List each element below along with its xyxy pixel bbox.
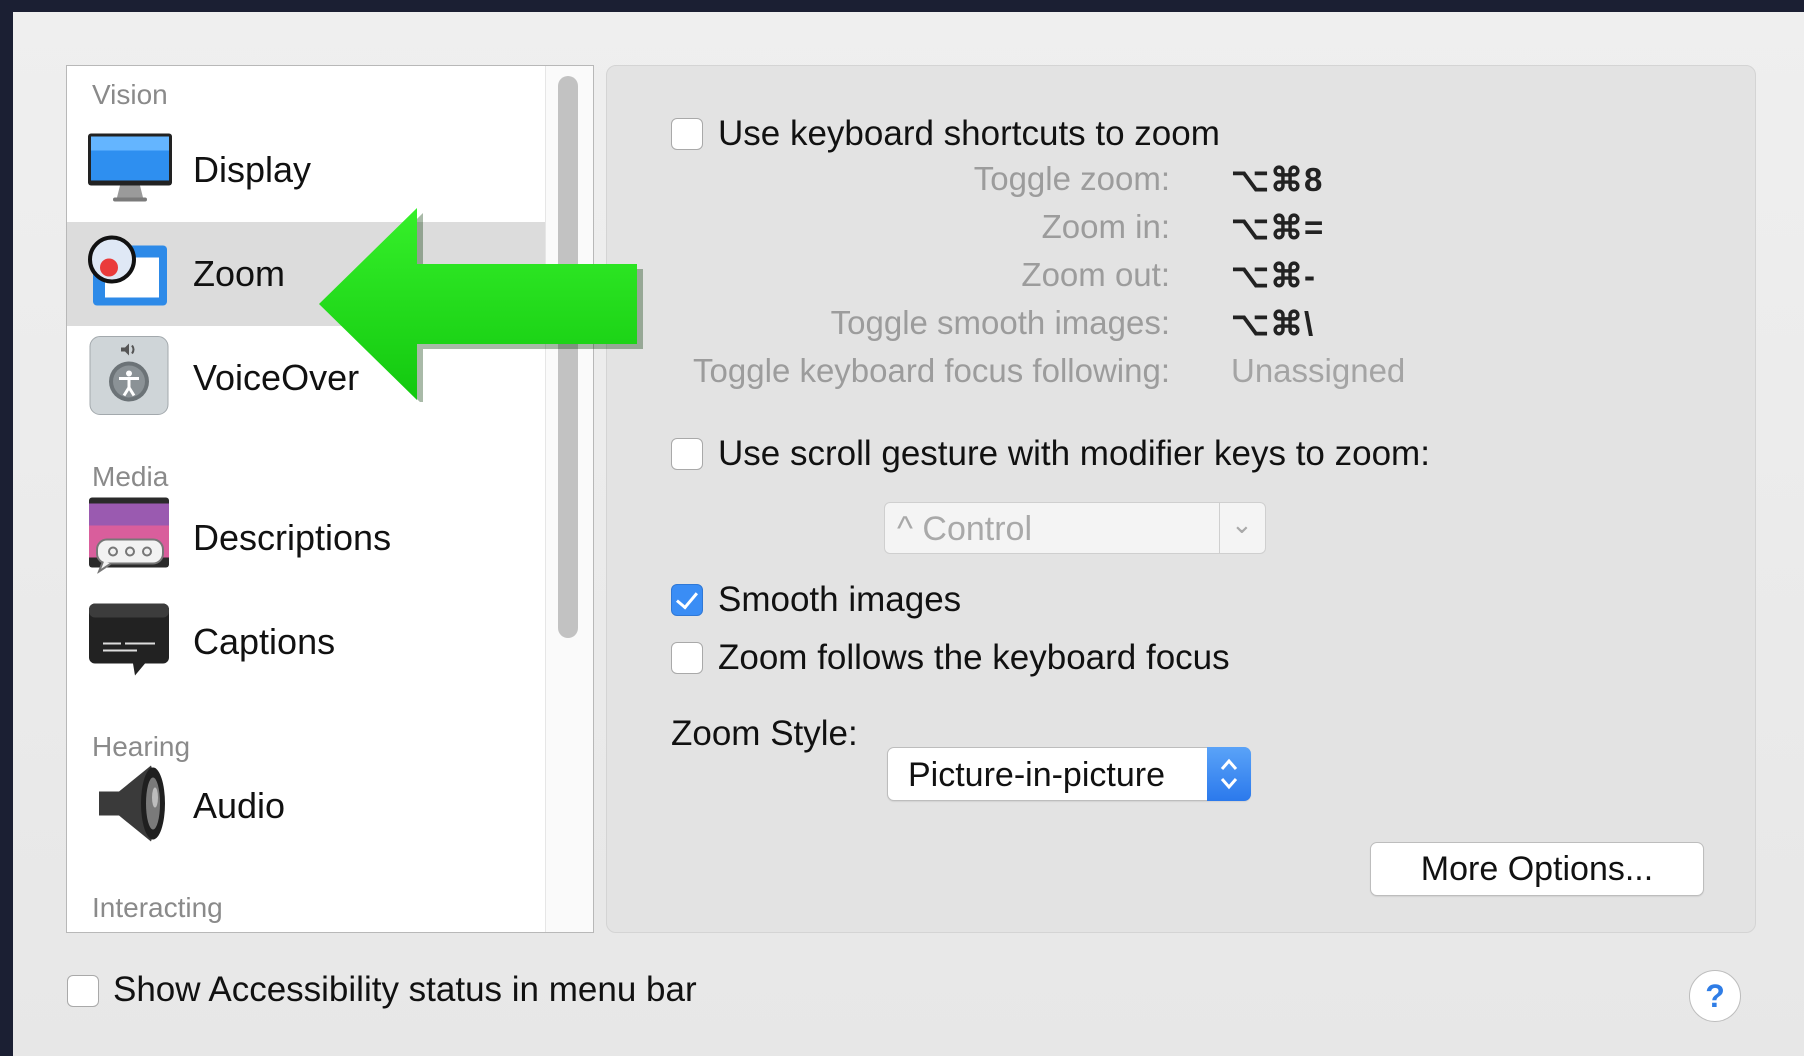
help-button[interactable]: ? bbox=[1689, 970, 1741, 1022]
zoom-settings-panel: Use keyboard shortcuts to zoom Toggle zo… bbox=[606, 65, 1756, 933]
more-options-button[interactable]: More Options... bbox=[1370, 842, 1704, 896]
updown-chevron-icon bbox=[1207, 747, 1251, 801]
sidebar-item-label: Zoom bbox=[193, 253, 286, 294]
shortcut-name: Zoom in: bbox=[1041, 208, 1170, 245]
smooth-images-checkbox[interactable] bbox=[671, 584, 703, 616]
sidebar[interactable]: Vision Display Zoom VoiceOver Media Desc… bbox=[66, 65, 594, 933]
display-icon bbox=[87, 132, 173, 209]
sidebar-item-audio[interactable]: Audio bbox=[67, 754, 545, 858]
scroll-gesture-checkbox[interactable] bbox=[671, 438, 703, 470]
sidebar-item-label: Audio bbox=[193, 785, 286, 826]
shortcut-keys: ⌥⌘- bbox=[1231, 257, 1317, 294]
follow-focus-checkbox[interactable] bbox=[671, 642, 703, 674]
shortcut-keys: Unassigned bbox=[1231, 352, 1406, 389]
smooth-images-label: Smooth images bbox=[718, 580, 962, 619]
shortcut-row-toggle-zoom: Toggle zoom: ⌥⌘8 bbox=[607, 160, 1707, 204]
shortcut-name: Zoom out: bbox=[1021, 256, 1170, 293]
shortcut-row-keyboard-focus: Toggle keyboard focus following: Unassig… bbox=[607, 352, 1707, 396]
sidebar-item-descriptions[interactable]: Descriptions bbox=[67, 486, 545, 590]
zoom-icon bbox=[85, 232, 169, 317]
sidebar-scrollbar[interactable] bbox=[545, 66, 593, 932]
keyboard-shortcuts-label: Use keyboard shortcuts to zoom bbox=[718, 114, 1220, 153]
chevron-down-icon: ⌄ bbox=[1231, 509, 1253, 539]
shortcut-name: Toggle smooth images: bbox=[830, 304, 1170, 341]
zoom-style-value: Picture-in-picture bbox=[908, 756, 1165, 794]
keyboard-shortcuts-checkbox[interactable] bbox=[671, 118, 703, 150]
speaker-icon bbox=[89, 762, 169, 851]
shortcut-row-zoom-in: Zoom in: ⌥⌘= bbox=[607, 208, 1707, 252]
shortcut-name: Toggle zoom: bbox=[973, 160, 1170, 197]
annotation-arrow-icon bbox=[319, 208, 643, 402]
captions-icon bbox=[89, 603, 169, 681]
shortcut-row-smooth-images: Toggle smooth images: ⌥⌘\ bbox=[607, 304, 1707, 348]
sidebar-item-label: Descriptions bbox=[193, 517, 392, 558]
zoom-style-label: Zoom Style: bbox=[671, 714, 858, 753]
descriptions-icon bbox=[89, 497, 169, 579]
shortcut-row-zoom-out: Zoom out: ⌥⌘- bbox=[607, 256, 1707, 300]
shortcut-keys: ⌥⌘\ bbox=[1231, 305, 1315, 342]
zoom-style-select[interactable]: Picture-in-picture bbox=[887, 747, 1251, 801]
follow-focus-label: Zoom follows the keyboard focus bbox=[718, 638, 1230, 677]
voiceover-icon bbox=[89, 336, 169, 421]
sidebar-item-label: Captions bbox=[193, 621, 336, 662]
accessibility-status-checkbox[interactable] bbox=[67, 975, 99, 1007]
sidebar-item-label: Display bbox=[193, 149, 312, 190]
section-header-interacting: Interacting bbox=[92, 892, 223, 923]
shortcut-name: Toggle keyboard focus following: bbox=[693, 352, 1170, 389]
section-header-vision: Vision bbox=[92, 79, 168, 110]
accessibility-status-label: Show Accessibility status in menu bar bbox=[113, 970, 697, 1009]
shortcut-keys: ⌥⌘8 bbox=[1231, 161, 1324, 198]
accessibility-window: Vision Display Zoom VoiceOver Media Desc… bbox=[13, 12, 1804, 1056]
shortcut-keys: ⌥⌘= bbox=[1231, 209, 1325, 246]
modifier-key-select[interactable]: ^ Control ⌄ bbox=[884, 502, 1266, 554]
scroll-gesture-label: Use scroll gesture with modifier keys to… bbox=[718, 434, 1430, 473]
modifier-key-value: ^ Control bbox=[897, 510, 1033, 548]
sidebar-item-captions[interactable]: Captions bbox=[67, 590, 545, 694]
